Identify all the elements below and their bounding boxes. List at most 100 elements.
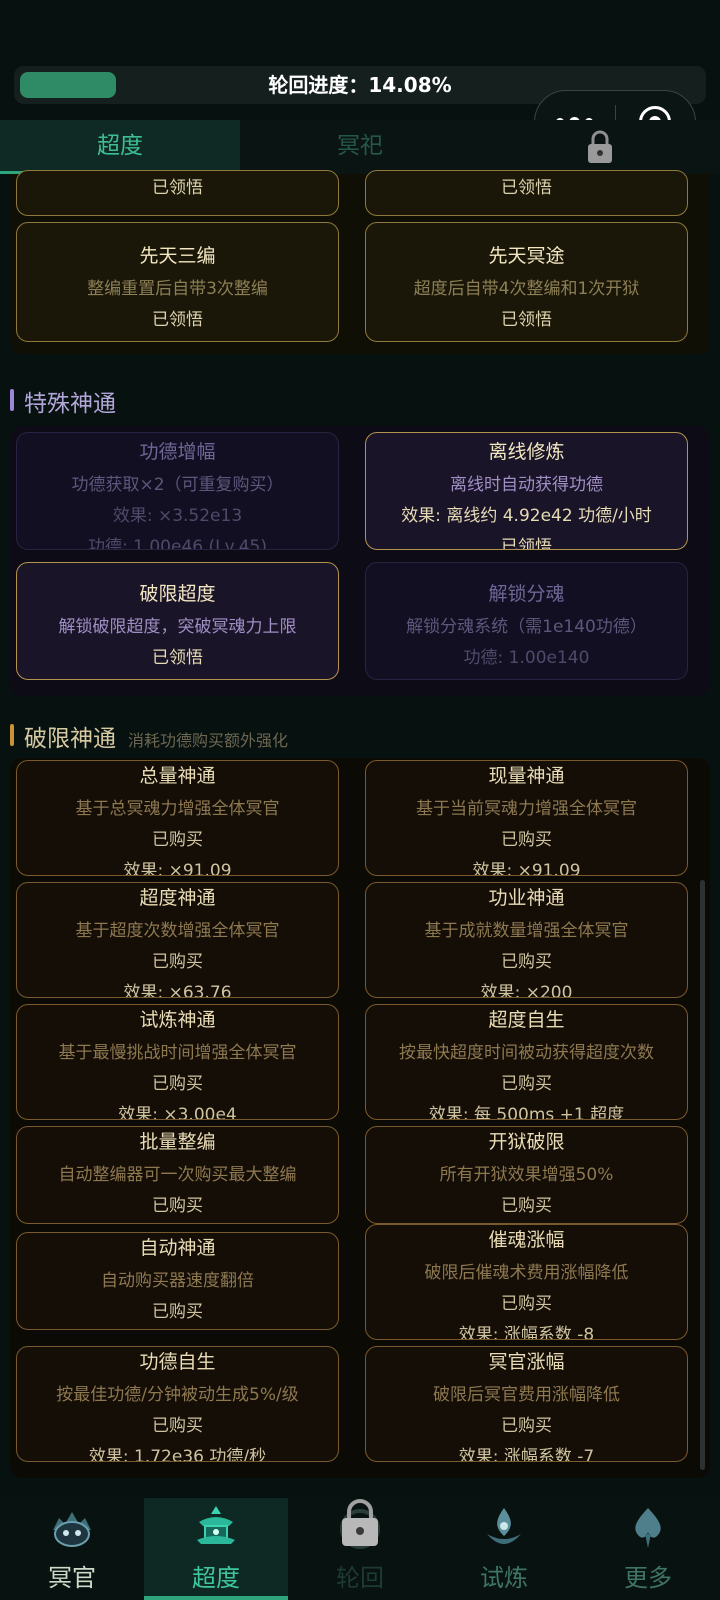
card-title: 超度神通 bbox=[139, 887, 216, 909]
tab-chaodu[interactable]: 超度 bbox=[0, 120, 240, 174]
nav-label: 更多 bbox=[624, 1564, 672, 1592]
effect-text: 效果: ×3.52e13 bbox=[112, 506, 243, 526]
status-text: 已领悟 bbox=[152, 648, 203, 668]
upgrade-card-chaodu-zisheng[interactable]: 超度自生 按最快超度时间被动获得超度次数 已购买 效果: 每 500ms +1 … bbox=[365, 1004, 688, 1120]
upgrade-card-gongde-zengfu[interactable]: 功德增幅 功德获取×2（可重复购买） 效果: ×3.52e13 功德: 1.00… bbox=[16, 432, 339, 550]
nav-mingguan[interactable]: 冥官 bbox=[0, 1498, 144, 1600]
card-desc: 基于超度次数增强全体冥官 bbox=[75, 921, 280, 941]
card-desc: 基于当前冥魂力增强全体冥官 bbox=[416, 799, 637, 819]
upgrade-card-gongde-zisheng[interactable]: 功德自生 按最佳功德/分钟被动生成5%/级 已购买 效果: 1.72e36 功德… bbox=[16, 1346, 339, 1462]
status-text: 已购买 bbox=[152, 1416, 203, 1436]
status-text: 已领悟 bbox=[501, 178, 552, 198]
card-title: 解锁分魂 bbox=[488, 583, 565, 605]
card-title: 开狱破限 bbox=[488, 1131, 565, 1153]
upgrade-card-cuihun-zhangfu[interactable]: 催魂涨幅 破限后催魂术费用涨幅降低 已购买 效果: 涨幅系数 -8 bbox=[365, 1224, 688, 1340]
pagoda-icon bbox=[197, 1506, 235, 1544]
nav-chaodu[interactable]: 超度 bbox=[144, 1498, 288, 1600]
upgrade-card-gongye[interactable]: 功业神通 基于成就数量增强全体冥官 已购买 效果: ×200 bbox=[365, 882, 688, 998]
upgrade-card-xianliang[interactable]: 现量神通 基于当前冥魂力增强全体冥官 已购买 效果: ×91.09 bbox=[365, 760, 688, 876]
cost-text: 功德: 1.00e46 (Lv.45) bbox=[88, 537, 267, 550]
nav-label: 冥官 bbox=[48, 1564, 96, 1592]
upgrade-card-lixian-xiulian[interactable]: 离线修炼 离线时自动获得功德 效果: 离线约 4.92e42 功德/小时 已领悟 bbox=[365, 432, 688, 550]
status-text: 已购买 bbox=[501, 952, 552, 972]
status-text: 已购买 bbox=[501, 1416, 552, 1436]
card-title: 先天冥途 bbox=[488, 245, 565, 267]
lock-icon bbox=[342, 1499, 378, 1546]
upgrade-card[interactable]: 已领悟 bbox=[16, 170, 339, 216]
card-title: 功德自生 bbox=[139, 1351, 216, 1373]
tab-mingsi[interactable]: 冥祀 bbox=[240, 120, 480, 174]
status-text: 已购买 bbox=[501, 1196, 552, 1216]
nav-label: 试炼 bbox=[480, 1564, 528, 1592]
status-text: 已购买 bbox=[501, 830, 552, 850]
bottom-nav: 冥官 超度 轮回 试炼 更多 bbox=[0, 1498, 720, 1600]
card-desc: 所有开狱效果增强50% bbox=[439, 1165, 614, 1185]
upgrade-card-piliang-zhengbian[interactable]: 批量整编 自动整编器可一次购买最大整编 已购买 bbox=[16, 1126, 339, 1224]
section-title-special: 特殊神通 bbox=[10, 384, 116, 418]
card-desc: 按最佳功德/分钟被动生成5%/级 bbox=[56, 1385, 299, 1405]
section-subtitle: 消耗功德购买额外强化 bbox=[128, 731, 289, 750]
upgrade-card[interactable]: 已领悟 bbox=[365, 170, 688, 216]
status-text: 已领悟 bbox=[501, 537, 552, 550]
status-text: 已领悟 bbox=[152, 310, 203, 330]
effect-text: 效果: ×200 bbox=[480, 983, 573, 998]
effect-text: 效果: ×3.00e4 bbox=[118, 1105, 237, 1120]
card-title: 冥官涨幅 bbox=[488, 1351, 565, 1373]
cost-text: 功德: 1.00e140 bbox=[463, 648, 590, 668]
nav-lunhui[interactable]: 轮回 bbox=[288, 1498, 432, 1600]
card-desc: 自动购买器速度翻倍 bbox=[101, 1271, 254, 1291]
upgrade-card-mingguan-zhangfu[interactable]: 冥官涨幅 破限后冥官费用涨幅降低 已购买 效果: 涨幅系数 -7 bbox=[365, 1346, 688, 1462]
card-title: 功业神通 bbox=[488, 887, 565, 909]
upgrade-card-xiantian-sanbian[interactable]: 先天三编 整编重置后自带3次整编 已领悟 bbox=[16, 222, 339, 342]
status-text: 已购买 bbox=[152, 830, 203, 850]
card-title: 离线修炼 bbox=[488, 441, 565, 463]
card-desc: 离线时自动获得功德 bbox=[450, 475, 603, 495]
card-desc: 功德获取×2（可重复购买） bbox=[71, 475, 284, 495]
special-panel: 功德增幅 功德获取×2（可重复购买） 效果: ×3.52e13 功德: 1.00… bbox=[10, 426, 710, 696]
card-desc: 自动整编器可一次购买最大整编 bbox=[58, 1165, 297, 1185]
card-desc: 基于总冥魂力增强全体冥官 bbox=[75, 799, 280, 819]
card-desc: 解锁破限超度，突破冥魂力上限 bbox=[58, 617, 297, 637]
upgrade-card-xiantian-mingtu[interactable]: 先天冥途 超度后自带4次整编和1次开狱 已领悟 bbox=[365, 222, 688, 342]
flame-lotus-icon bbox=[487, 1508, 521, 1544]
status-text: 已购买 bbox=[152, 1074, 203, 1094]
card-desc: 基于最慢挑战时间增强全体冥官 bbox=[58, 1043, 297, 1063]
card-title: 批量整编 bbox=[139, 1131, 216, 1153]
effect-text: 效果: ×91.09 bbox=[123, 861, 232, 876]
nav-gengduo[interactable]: 更多 bbox=[576, 1498, 720, 1600]
lock-icon bbox=[588, 130, 612, 163]
card-desc: 超度后自带4次整编和1次开狱 bbox=[413, 279, 640, 299]
card-title: 功德增幅 bbox=[139, 441, 216, 463]
card-title: 自动神通 bbox=[139, 1237, 216, 1259]
breakthrough-panel: 总量神通 基于总冥魂力增强全体冥官 已购买 效果: ×91.09 现量神通 基于… bbox=[10, 758, 710, 1478]
effect-text: 效果: 涨幅系数 -8 bbox=[458, 1325, 595, 1340]
card-title: 催魂涨幅 bbox=[488, 1229, 565, 1251]
status-text: 已领悟 bbox=[152, 178, 203, 198]
nav-shilian[interactable]: 试炼 bbox=[432, 1498, 576, 1600]
upgrade-card-zidong-shentong[interactable]: 自动神通 自动购买器速度翻倍 已购买 bbox=[16, 1232, 339, 1330]
upgrade-card-zongliang[interactable]: 总量神通 基于总冥魂力增强全体冥官 已购买 效果: ×91.09 bbox=[16, 760, 339, 876]
nav-label: 超度 bbox=[192, 1564, 240, 1592]
ghost-official-icon bbox=[53, 1512, 91, 1547]
card-desc: 破限后催魂术费用涨幅降低 bbox=[424, 1263, 629, 1283]
spade-lotus-icon bbox=[635, 1508, 661, 1548]
status-text: 已购买 bbox=[152, 1196, 203, 1216]
status-text: 已领悟 bbox=[501, 310, 552, 330]
card-title: 试炼神通 bbox=[139, 1009, 216, 1031]
upgrade-card-jiesuo-fenhun[interactable]: 解锁分魂 解锁分魂系统（需1e140功德） 功德: 1.00e140 bbox=[365, 562, 688, 680]
card-desc: 整编重置后自带3次整编 bbox=[87, 279, 268, 299]
upgrade-card-chaodu-shentong[interactable]: 超度神通 基于超度次数增强全体冥官 已购买 效果: ×63.76 bbox=[16, 882, 339, 998]
scrollbar[interactable] bbox=[700, 880, 705, 1470]
upgrade-card-shilian[interactable]: 试炼神通 基于最慢挑战时间增强全体冥官 已购买 效果: ×3.00e4 bbox=[16, 1004, 339, 1120]
card-title: 现量神通 bbox=[488, 765, 565, 787]
card-title: 超度自生 bbox=[488, 1009, 565, 1031]
card-desc: 破限后冥官费用涨幅降低 bbox=[433, 1385, 620, 1405]
card-desc: 解锁分魂系统（需1e140功德） bbox=[406, 617, 647, 637]
section-title-text: 破限神通 bbox=[24, 726, 116, 752]
status-text: 已购买 bbox=[501, 1074, 552, 1094]
status-text: 已购买 bbox=[501, 1294, 552, 1314]
upgrade-card-poxian-chaodu[interactable]: 破限超度 解锁破限超度，突破冥魂力上限 已领悟 bbox=[16, 562, 339, 680]
card-title: 总量神通 bbox=[139, 765, 216, 787]
upgrade-card-kaiyu-poxian[interactable]: 开狱破限 所有开狱效果增强50% 已购买 bbox=[365, 1126, 688, 1224]
section-title-breakthrough: 破限神通 消耗功德购买额外强化 bbox=[10, 719, 288, 753]
